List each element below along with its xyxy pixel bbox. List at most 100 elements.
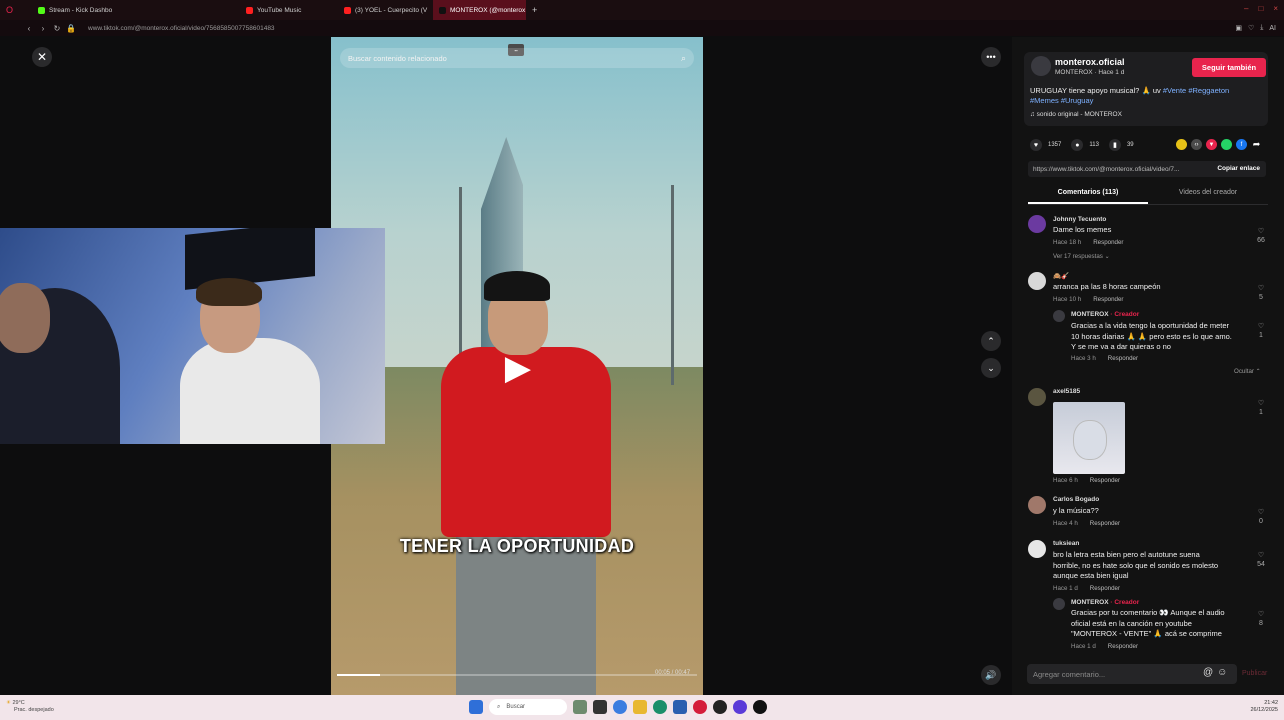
post-comment-button[interactable]: Publicar (1242, 670, 1267, 677)
creator-avatar[interactable] (1053, 310, 1065, 322)
embed-icon[interactable]: ‹› (1191, 139, 1202, 150)
follow-button[interactable]: Seguir también (1192, 58, 1266, 77)
comment-icon[interactable]: ● (1071, 139, 1084, 151)
forward-icon[interactable]: › (36, 24, 50, 33)
comment-like[interactable]: ♡ 8 (1255, 610, 1267, 628)
comment-user[interactable]: Carlos Bogado (1053, 496, 1099, 503)
tab-youtube-music[interactable]: YouTube Music (240, 0, 338, 20)
weather-widget[interactable]: ☀ 29°C Prac. despejado (6, 700, 54, 714)
comment-image[interactable] (1053, 402, 1125, 474)
comment-user[interactable]: MONTEROX · Creador (1071, 599, 1139, 606)
file-explorer-icon[interactable] (633, 700, 647, 714)
reply-button[interactable]: Responder (1108, 643, 1138, 650)
comment-user[interactable]: axel5185 (1053, 388, 1080, 395)
heart-outline-icon: ♡ (1257, 323, 1265, 330)
browser-menu-icon[interactable]: O (0, 0, 32, 20)
minimize-icon[interactable]: – (1244, 4, 1248, 13)
bookmark-icon[interactable]: ▮ (1108, 139, 1121, 151)
comment-like[interactable]: ♡ 54 (1255, 551, 1267, 569)
video-link-box[interactable]: https://www.tiktok.com/@monterox.oficial… (1028, 161, 1266, 177)
weather-icon: ☀ (6, 700, 11, 706)
comment-user[interactable]: tuksiean (1053, 540, 1079, 547)
next-video-button[interactable]: ⌄ (981, 358, 1001, 378)
windows-start-icon[interactable] (469, 700, 483, 714)
reply-button[interactable]: Responder (1090, 477, 1120, 484)
comment-user[interactable]: 🙈🎸 (1053, 272, 1069, 280)
send-icon[interactable]: ▼ (1206, 139, 1217, 150)
store-icon[interactable] (673, 700, 687, 714)
creator-avatar[interactable] (1053, 598, 1065, 610)
video-progress-bar[interactable] (337, 674, 697, 676)
download-icon[interactable]: ⤓ (1260, 24, 1263, 32)
volume-button[interactable]: 🔊 (981, 665, 1001, 685)
extension-icon[interactable]: ▣ (1235, 24, 1242, 32)
commenter-avatar[interactable] (1028, 215, 1046, 233)
comment-like[interactable]: ♡ 1 (1255, 399, 1267, 417)
widgets-icon[interactable] (573, 700, 587, 714)
browser-tab-bar: O Stream - Kick Dashbo YouTube Music (3)… (0, 0, 1284, 20)
discord-icon[interactable] (733, 700, 747, 714)
hashtag-link[interactable]: #Vente #Reggaeton (1163, 86, 1229, 95)
tab-youtube[interactable]: (3) YOEL - Cuerpecito (V (338, 0, 433, 20)
comment-like[interactable]: ♡ 1 (1255, 322, 1267, 340)
webcam-person-right (180, 338, 320, 444)
comment-like[interactable]: ♡ 66 (1255, 227, 1267, 245)
reply-button[interactable]: Responder (1093, 296, 1123, 303)
commenter-avatar[interactable] (1028, 540, 1046, 558)
related-search-input[interactable]: Buscar contenido relacionado ⌕ (340, 48, 694, 68)
hide-replies-link[interactable]: Ocultar ⌃ (1234, 368, 1261, 375)
author-avatar[interactable] (1031, 56, 1051, 76)
comment-user[interactable]: Johnny Tecuento (1053, 216, 1106, 223)
system-clock[interactable]: 21:42 26/12/2025 (1250, 700, 1278, 714)
tab-kick[interactable]: Stream - Kick Dashbo (32, 0, 240, 20)
task-view-icon[interactable] (593, 700, 607, 714)
commenter-avatar[interactable] (1028, 272, 1046, 290)
media-player-icon[interactable] (753, 700, 767, 714)
author-name[interactable]: monterox.oficial (1055, 57, 1125, 67)
play-icon[interactable]: ▶ (500, 350, 536, 386)
comment-like[interactable]: ♡ 5 (1255, 284, 1267, 302)
commenter-avatar[interactable] (1028, 496, 1046, 514)
view-replies-link[interactable]: Ver 17 respuestas ⌄ (1053, 253, 1110, 260)
comment-input-icons: @ ☺ (1203, 667, 1227, 678)
maximize-icon[interactable]: □ (1258, 4, 1263, 13)
emoji-icon[interactable]: ☺ (1217, 667, 1227, 678)
more-options-button[interactable]: ••• (981, 47, 1001, 67)
facebook-icon[interactable]: f (1236, 139, 1247, 150)
search-icon[interactable]: ⌕ (681, 53, 686, 64)
forward-share-icon[interactable]: ➦ (1251, 139, 1262, 150)
reply-button[interactable]: Responder (1090, 520, 1120, 527)
close-video-button[interactable]: ✕ (32, 47, 52, 67)
reply-button[interactable]: Responder (1090, 585, 1120, 592)
copy-link-button[interactable]: Copiar enlace (1217, 165, 1260, 172)
reload-icon[interactable]: ↻ (50, 24, 64, 33)
edge-icon[interactable] (653, 700, 667, 714)
ai-icon[interactable]: AI (1269, 25, 1276, 32)
share-icon[interactable] (1176, 139, 1187, 150)
comment-like[interactable]: ♡ 0 (1255, 508, 1267, 526)
chrome-icon[interactable] (613, 700, 627, 714)
tab-creator-videos[interactable]: Videos del creador (1148, 186, 1268, 204)
comment-user[interactable]: MONTEROX · Creador (1071, 311, 1139, 318)
opera-gx-icon[interactable] (693, 700, 707, 714)
url-field[interactable]: www.tiktok.com/@monterox.oficial/video/7… (88, 25, 275, 32)
heart-outline-icon: ♡ (1257, 509, 1265, 516)
sound-link[interactable]: ♫ sonido original - MONTEROX (1030, 111, 1122, 118)
back-icon[interactable]: ‹ (22, 24, 36, 33)
commenter-avatar[interactable] (1028, 388, 1046, 406)
previous-video-button[interactable]: ⌃ (981, 331, 1001, 351)
taskbar-search[interactable]: ⌕ Buscar (489, 699, 567, 715)
tab-tiktok[interactable]: MONTEROX (@monterox (433, 0, 526, 20)
reply-button[interactable]: Responder (1108, 355, 1138, 362)
video-description: URUGUAY tiene apoyo musical? 🙏 uv #Vente… (1030, 86, 1230, 105)
new-tab-button[interactable]: + (526, 0, 540, 20)
bookmark-icon[interactable]: ♡ (1248, 24, 1254, 32)
reply-button[interactable]: Responder (1093, 239, 1123, 246)
close-window-icon[interactable]: × (1273, 4, 1278, 13)
hashtag-link[interactable]: #Memes #Uruguay (1030, 96, 1093, 105)
whatsapp-icon[interactable] (1221, 139, 1232, 150)
tab-comments[interactable]: Comentarios (113) (1028, 186, 1148, 204)
obs-icon[interactable] (713, 700, 727, 714)
heart-icon[interactable]: ♥ (1030, 139, 1042, 151)
mention-icon[interactable]: @ (1203, 667, 1213, 678)
